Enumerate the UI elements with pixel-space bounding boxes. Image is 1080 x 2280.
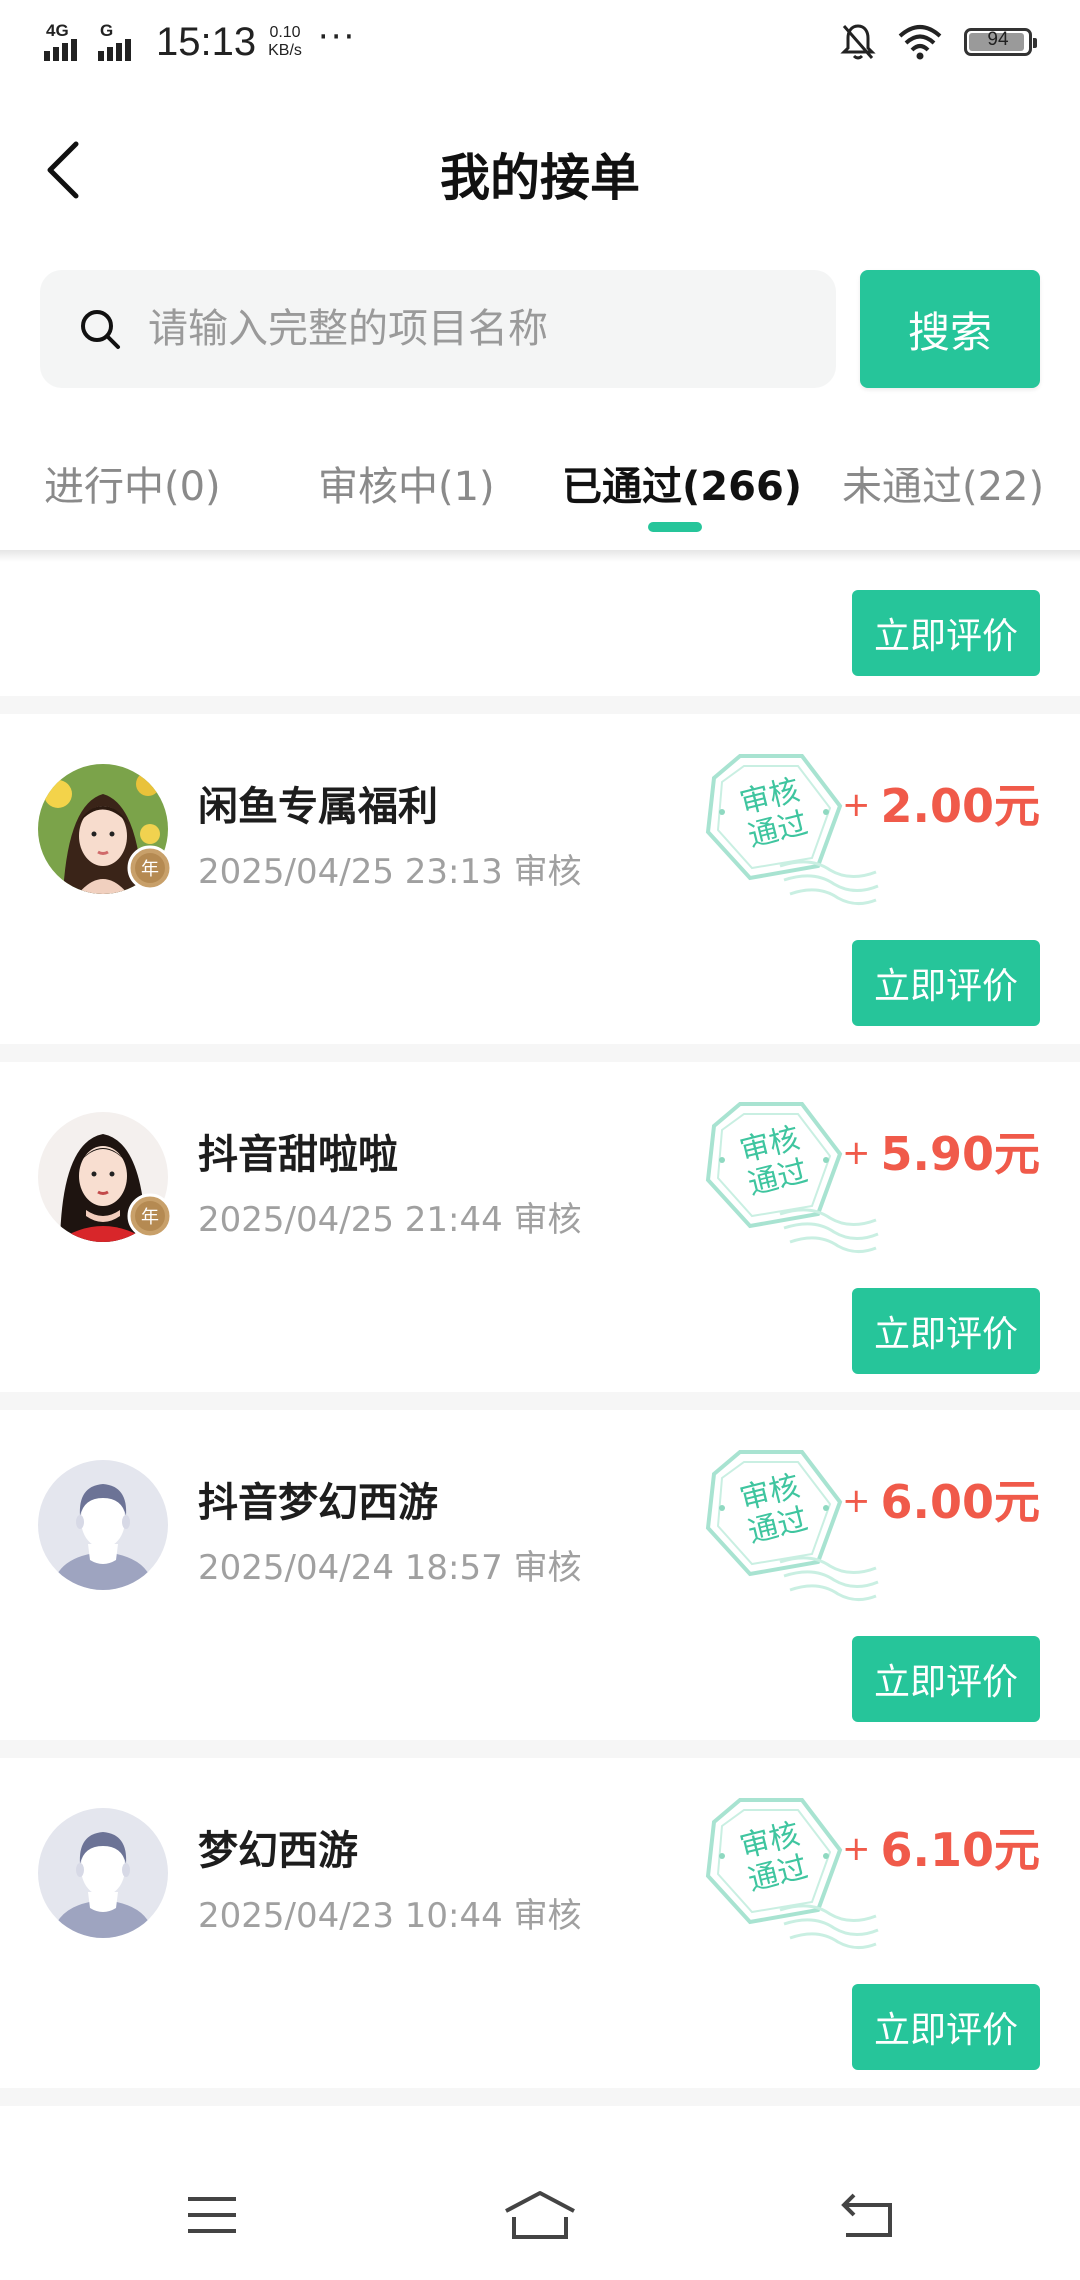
reward-amount: +5.90元 [842, 1118, 1040, 1184]
reward-amount: +2.00元 [842, 770, 1040, 836]
amount-value: 6.00元 [880, 1475, 1041, 1529]
item-time: 2025/04/23 10:44 审核 [198, 1896, 582, 1936]
wifi-icon [898, 25, 942, 60]
divider [0, 1044, 1080, 1062]
rate-button[interactable]: 立即评价 [852, 1636, 1040, 1722]
battery-level: 94 [987, 29, 1009, 50]
divider [0, 1740, 1080, 1758]
item-time: 2025/04/24 18:57 审核 [198, 1548, 582, 1588]
tab-reviewing[interactable]: 审核中(1) [318, 454, 495, 512]
signal-icon: 4G [44, 21, 92, 63]
nav-bar: 我的接单 [0, 110, 1080, 230]
tab-divider [0, 550, 1080, 562]
item-title: 抖音甜啦啦 [198, 1132, 398, 1178]
item-time: 2025/04/25 23:13 审核 [198, 852, 582, 892]
tab-rejected[interactable]: 未通过(22) [842, 454, 1044, 512]
badge-text: 年 [141, 1207, 159, 1228]
avatar: 年 [38, 764, 173, 894]
signal-2-icon: G [98, 21, 146, 63]
battery-icon: 94 [964, 28, 1037, 56]
rate-button[interactable]: 立即评价 [852, 940, 1040, 1026]
search-button[interactable]: 搜索 [860, 270, 1040, 388]
rate-button[interactable]: 立即评价 [852, 1984, 1040, 2070]
home-button[interactable] [500, 2180, 580, 2250]
plus-sign: + [842, 1133, 871, 1173]
back-icon [841, 2193, 892, 2237]
more-notifications-icon: ··· [317, 17, 357, 57]
back-nav-button[interactable] [828, 2180, 908, 2250]
rate-button[interactable]: 立即评价 [852, 1288, 1040, 1374]
reward-amount: +6.00元 [842, 1466, 1040, 1532]
network-type-2: G [100, 21, 114, 40]
network-type: 4G [46, 21, 69, 40]
divider [0, 2088, 1080, 2106]
clock: 15:13 [156, 19, 257, 64]
annual-badge-icon: 年 [127, 845, 173, 891]
avatar: 年 [38, 1112, 173, 1242]
item-title: 闲鱼专属福利 [198, 784, 438, 830]
amount-value: 6.10元 [880, 1823, 1041, 1877]
default-user-icon [38, 1460, 168, 1590]
plus-sign: + [842, 1829, 871, 1869]
list-item[interactable]: 抖音梦幻西游 2025/04/24 18:57 审核 审核 通过 +6.00元 … [0, 1410, 1080, 1740]
page-title: 我的接单 [440, 149, 640, 207]
order-list: 立即评价 年 闲鱼专属福利 2025/04/25 23:13 审核 审核 通过 … [0, 562, 1080, 2106]
search-box[interactable] [40, 270, 836, 388]
amount-value: 5.90元 [880, 1127, 1041, 1181]
plus-sign: + [842, 1481, 871, 1521]
list-item: 立即评价 [0, 562, 1080, 696]
plus-sign: + [842, 785, 871, 825]
default-user-icon [38, 1808, 168, 1938]
menu-icon [188, 2197, 236, 2233]
net-speed-unit: KB/s [268, 42, 302, 59]
tab-active-indicator [648, 522, 702, 532]
status-tabs: 进行中(0) 审核中(1) 已通过(266) 未通过(22) [0, 430, 1080, 550]
item-time: 2025/04/25 21:44 审核 [198, 1200, 582, 1240]
item-title: 梦幻西游 [198, 1828, 358, 1874]
divider [0, 1392, 1080, 1410]
tab-approved[interactable]: 已通过(266) [562, 454, 802, 512]
reward-amount: +6.10元 [842, 1814, 1040, 1880]
net-speed: 0.10 KB/s [268, 24, 302, 60]
item-title: 抖音梦幻西游 [198, 1480, 438, 1526]
bell-off-icon [840, 24, 876, 60]
net-speed-value: 0.10 [269, 24, 301, 41]
annual-badge-icon: 年 [127, 1193, 173, 1239]
list-item[interactable]: 年 闲鱼专属福利 2025/04/25 23:13 审核 审核 通过 +2.00… [0, 714, 1080, 1044]
avatar [38, 1460, 168, 1590]
list-item[interactable]: 梦幻西游 2025/04/23 10:44 审核 审核 通过 +6.10元 立即… [0, 1758, 1080, 2088]
rate-button[interactable]: 立即评价 [852, 590, 1040, 676]
badge-text: 年 [141, 859, 159, 880]
menu-button[interactable] [172, 2180, 252, 2250]
home-icon [505, 2191, 575, 2239]
status-bar: 4G G 15:13 0.10 KB/s ··· 94 [0, 0, 1080, 84]
amount-value: 2.00元 [880, 779, 1041, 833]
system-nav-bar [0, 2150, 1080, 2280]
tab-in-progress[interactable]: 进行中(0) [44, 454, 221, 512]
search-input[interactable] [146, 288, 836, 370]
divider [0, 696, 1080, 714]
search-icon [81, 310, 120, 349]
list-item[interactable]: 年 抖音甜啦啦 2025/04/25 21:44 审核 审核 通过 +5.90元… [0, 1062, 1080, 1392]
avatar [38, 1808, 168, 1938]
